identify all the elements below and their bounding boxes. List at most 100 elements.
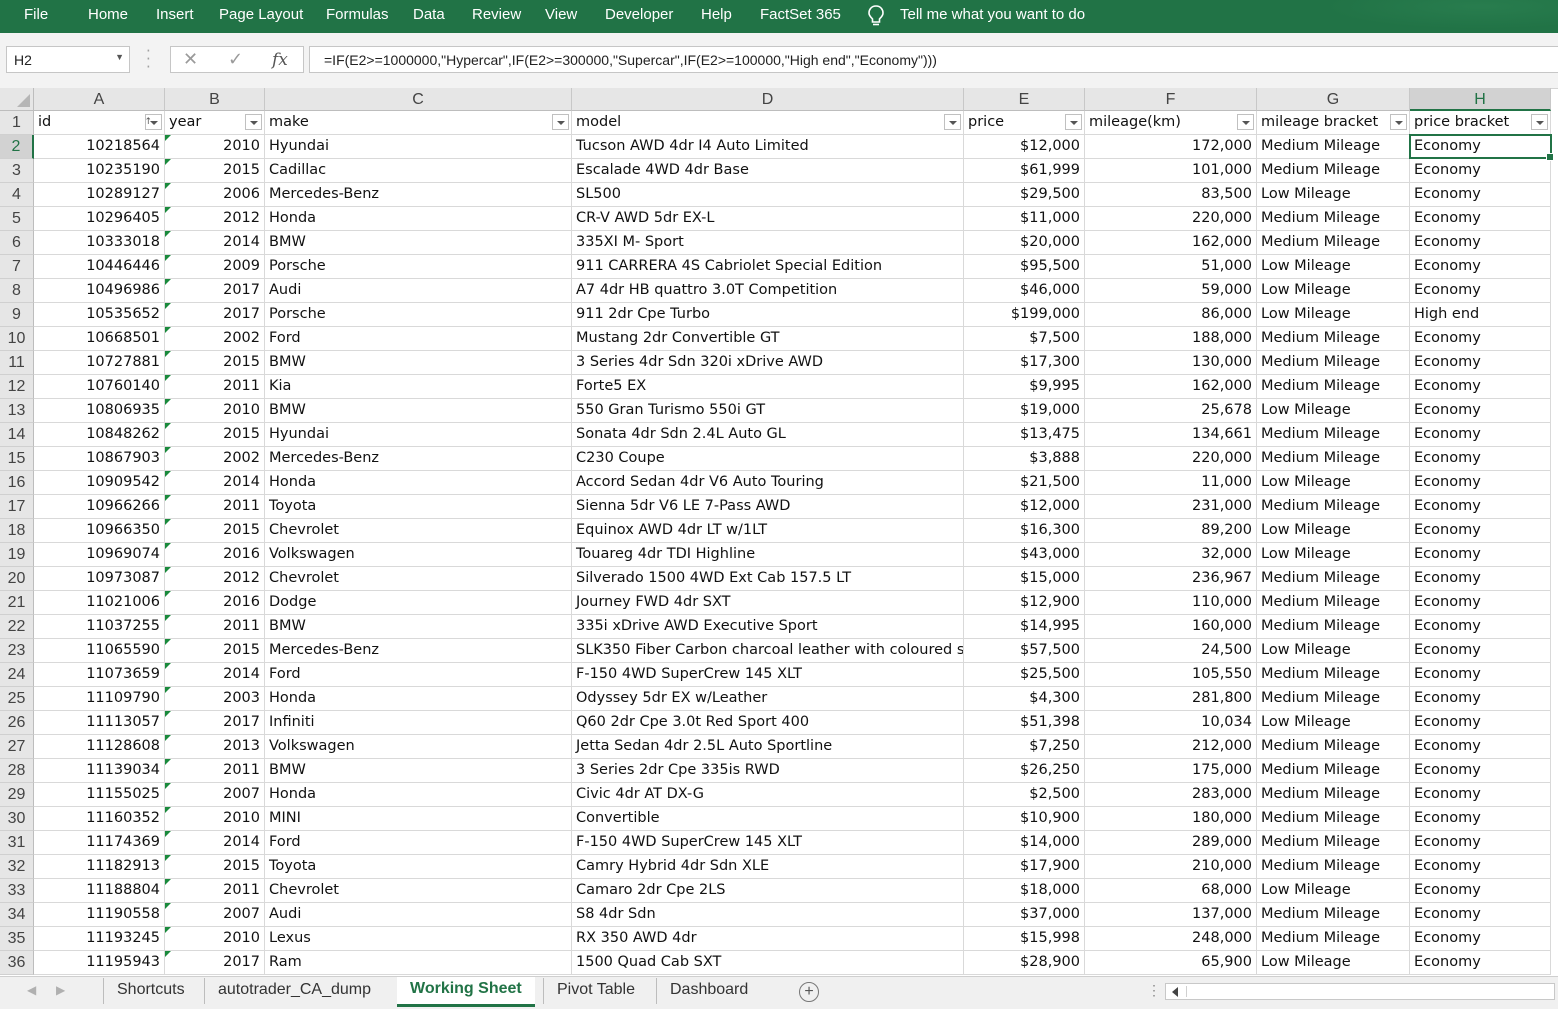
table-cell[interactable]: Medium Mileage — [1257, 327, 1410, 351]
table-cell[interactable]: $3,888 — [964, 447, 1085, 471]
table-cell[interactable]: 83,500 — [1085, 183, 1257, 207]
scroll-thumb[interactable] — [1186, 986, 1487, 997]
table-cell[interactable]: 2015 — [165, 639, 265, 663]
table-cell[interactable]: 11195943 — [34, 951, 165, 975]
table-cell[interactable]: Economy — [1410, 711, 1551, 735]
row-header[interactable]: 16 — [0, 471, 34, 495]
scroll-left-icon[interactable] — [1172, 987, 1178, 997]
table-cell[interactable]: Economy — [1410, 903, 1551, 927]
table-cell[interactable]: $12,900 — [964, 591, 1085, 615]
table-cell[interactable]: 134,661 — [1085, 423, 1257, 447]
table-cell[interactable]: Medium Mileage — [1257, 231, 1410, 255]
row-header[interactable]: 7 — [0, 255, 34, 279]
filter-dropdown-icon[interactable] — [552, 114, 569, 130]
table-cell[interactable]: BMW — [265, 615, 572, 639]
row-header[interactable]: 10 — [0, 327, 34, 351]
table-cell[interactable]: Low Mileage — [1257, 711, 1410, 735]
filter-dropdown-icon[interactable] — [1065, 114, 1082, 130]
table-cell[interactable]: Economy — [1410, 807, 1551, 831]
table-cell[interactable]: 25,678 — [1085, 399, 1257, 423]
table-cell[interactable]: Cadillac — [265, 159, 572, 183]
row-header[interactable]: 28 — [0, 759, 34, 783]
table-cell[interactable]: Medium Mileage — [1257, 831, 1410, 855]
table-cell[interactable]: 10969074 — [34, 543, 165, 567]
table-cell[interactable]: Economy — [1410, 327, 1551, 351]
table-header-cell[interactable]: model — [572, 111, 964, 135]
table-cell[interactable]: Low Mileage — [1257, 303, 1410, 327]
table-cell[interactable]: Medium Mileage — [1257, 927, 1410, 951]
table-cell[interactable]: Civic 4dr AT DX-G — [572, 783, 964, 807]
row-header[interactable]: 2 — [0, 135, 34, 159]
table-cell[interactable]: Honda — [265, 783, 572, 807]
tab-file[interactable]: File — [24, 6, 48, 23]
table-cell[interactable]: Economy — [1410, 927, 1551, 951]
table-cell[interactable]: 188,000 — [1085, 327, 1257, 351]
table-cell[interactable]: Medium Mileage — [1257, 591, 1410, 615]
row-header[interactable]: 13 — [0, 399, 34, 423]
chevron-down-icon[interactable]: ▼ — [115, 52, 124, 62]
table-cell[interactable]: 2014 — [165, 663, 265, 687]
table-cell[interactable]: Honda — [265, 207, 572, 231]
table-header-cell[interactable]: mileage(km) — [1085, 111, 1257, 135]
table-header-cell[interactable]: make — [265, 111, 572, 135]
table-cell[interactable]: 2010 — [165, 399, 265, 423]
table-cell[interactable]: Camry Hybrid 4dr Sdn XLE — [572, 855, 964, 879]
filter-dropdown-icon[interactable] — [1237, 114, 1254, 130]
table-cell[interactable]: $18,000 — [964, 879, 1085, 903]
table-cell[interactable]: Economy — [1410, 543, 1551, 567]
table-cell[interactable]: Low Mileage — [1257, 279, 1410, 303]
table-cell[interactable]: Accord Sedan 4dr V6 Auto Touring — [572, 471, 964, 495]
row-header[interactable]: 32 — [0, 855, 34, 879]
table-cell[interactable]: Economy — [1410, 591, 1551, 615]
table-cell[interactable]: Honda — [265, 471, 572, 495]
row-header[interactable]: 21 — [0, 591, 34, 615]
table-cell[interactable]: 2003 — [165, 687, 265, 711]
table-cell[interactable]: 2016 — [165, 591, 265, 615]
table-cell[interactable]: $46,000 — [964, 279, 1085, 303]
table-cell[interactable]: 10848262 — [34, 423, 165, 447]
row-header[interactable]: 12 — [0, 375, 34, 399]
tab-developer[interactable]: Developer — [605, 6, 673, 23]
table-cell[interactable]: Medium Mileage — [1257, 735, 1410, 759]
table-cell[interactable]: Hyundai — [265, 135, 572, 159]
tab-data[interactable]: Data — [413, 6, 445, 23]
table-cell[interactable]: Medium Mileage — [1257, 423, 1410, 447]
column-header-e[interactable]: E — [964, 88, 1085, 111]
table-cell[interactable]: 10966350 — [34, 519, 165, 543]
name-box[interactable]: H2 ▼ — [6, 46, 130, 73]
row-header[interactable]: 18 — [0, 519, 34, 543]
table-cell[interactable]: 2012 — [165, 567, 265, 591]
table-cell[interactable]: A7 4dr HB quattro 3.0T Competition — [572, 279, 964, 303]
table-cell[interactable]: 10760140 — [34, 375, 165, 399]
table-cell[interactable]: Ram — [265, 951, 572, 975]
tab-factset[interactable]: FactSet 365 — [760, 6, 841, 23]
table-cell[interactable]: Low Mileage — [1257, 471, 1410, 495]
table-cell[interactable]: Infiniti — [265, 711, 572, 735]
table-cell[interactable]: 11021006 — [34, 591, 165, 615]
table-cell[interactable]: 11109790 — [34, 687, 165, 711]
table-cell[interactable]: 231,000 — [1085, 495, 1257, 519]
table-cell[interactable]: 283,000 — [1085, 783, 1257, 807]
table-cell[interactable]: BMW — [265, 759, 572, 783]
tab-formulas[interactable]: Formulas — [326, 6, 389, 23]
table-cell[interactable]: $29,500 — [964, 183, 1085, 207]
column-header-a[interactable]: A — [34, 88, 165, 111]
tab-home[interactable]: Home — [88, 6, 128, 23]
table-cell[interactable]: Lexus — [265, 927, 572, 951]
table-cell[interactable]: 10496986 — [34, 279, 165, 303]
table-cell[interactable]: BMW — [265, 231, 572, 255]
table-cell[interactable]: Economy — [1410, 735, 1551, 759]
table-cell[interactable]: Toyota — [265, 855, 572, 879]
table-cell[interactable]: 2017 — [165, 711, 265, 735]
table-cell[interactable]: 65,900 — [1085, 951, 1257, 975]
table-cell[interactable]: Sonata 4dr Sdn 2.4L Auto GL — [572, 423, 964, 447]
select-all-corner[interactable] — [0, 88, 34, 111]
table-cell[interactable]: $61,999 — [964, 159, 1085, 183]
table-cell[interactable]: Economy — [1410, 951, 1551, 975]
row-header[interactable]: 26 — [0, 711, 34, 735]
table-cell[interactable]: 11188804 — [34, 879, 165, 903]
table-cell[interactable]: $19,000 — [964, 399, 1085, 423]
table-cell[interactable]: 105,550 — [1085, 663, 1257, 687]
table-cell[interactable]: 3 Series 2dr Cpe 335is RWD — [572, 759, 964, 783]
table-cell[interactable]: 11113057 — [34, 711, 165, 735]
